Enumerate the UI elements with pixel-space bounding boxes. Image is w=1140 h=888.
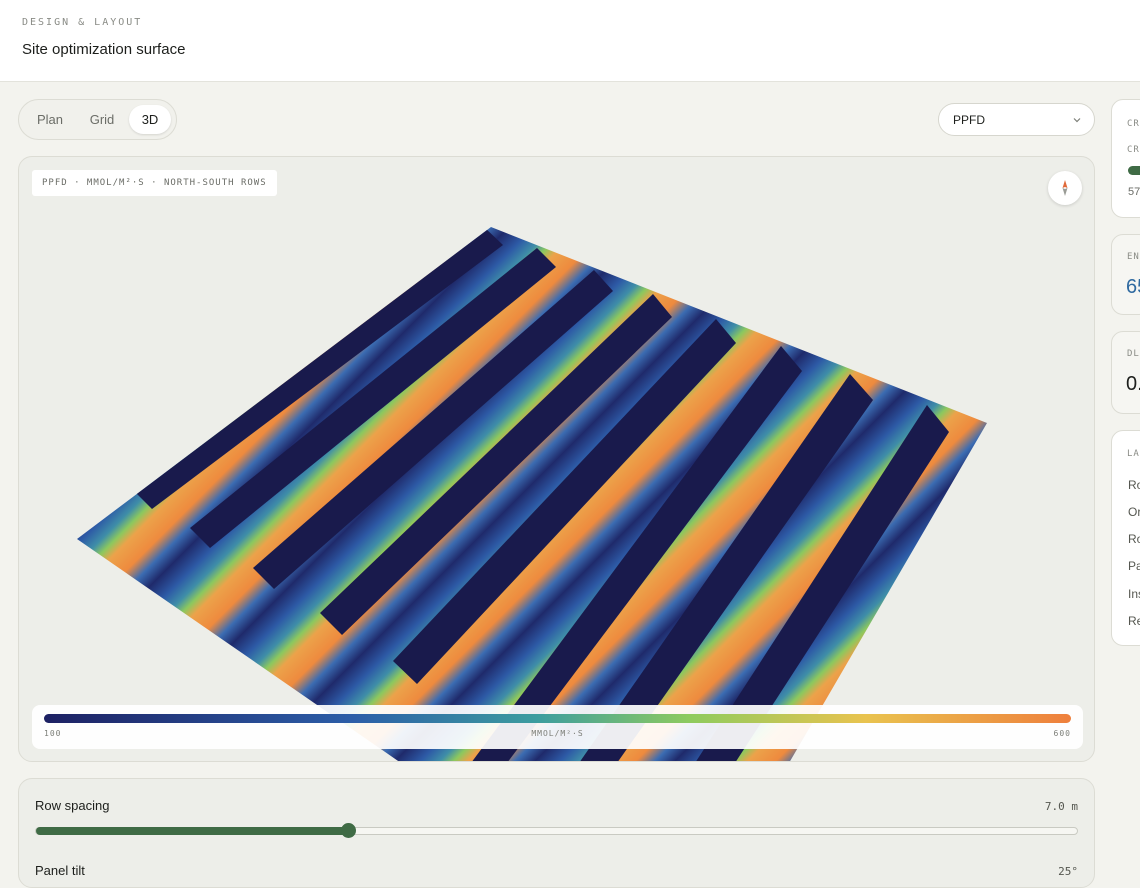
crop-card-sub-eyebrow: CR (1127, 145, 1140, 155)
compass-button[interactable] (1048, 171, 1082, 205)
panel-tilt-value: 25° (1058, 865, 1078, 878)
layout-card-eyebrow: LA (1127, 449, 1140, 459)
row-spacing-slider[interactable] (35, 823, 1078, 838)
layout-row: Ro (1128, 532, 1140, 546)
legend-unit: MMOL/M²·S (531, 729, 584, 738)
view-grid-button[interactable]: Grid (79, 105, 125, 134)
color-legend: MMOL/M²·S 100 600 (32, 705, 1083, 749)
crop-card: CR CR 57 (1111, 99, 1140, 218)
page-header: DESIGN & LAYOUT Site optimization surfac… (0, 0, 1140, 82)
controls-panel: Row spacing 7.0 m Panel tilt 25° (18, 778, 1095, 888)
row-spacing-label: Row spacing (35, 798, 110, 813)
crop-card-eyebrow: CR (1127, 119, 1140, 129)
compass-icon (1062, 180, 1068, 196)
layout-row: Re (1128, 614, 1140, 628)
crop-card-value: 57 (1128, 186, 1140, 198)
section-eyebrow: DESIGN & LAYOUT (22, 17, 143, 28)
ppfd-surface-scene (77, 227, 987, 761)
crop-progress-bar (1128, 166, 1140, 175)
energy-card-eyebrow: EN (1127, 252, 1140, 262)
energy-card: EN 65 (1111, 234, 1140, 315)
panel-tilt-label: Panel tilt (35, 863, 85, 878)
view-plan-button[interactable]: Plan (27, 105, 73, 134)
legend-color-bar (44, 714, 1071, 723)
view-toggle: Plan Grid 3D (18, 99, 177, 140)
dli-card: DL 0. (1111, 331, 1140, 414)
page-title: Site optimization surface (22, 41, 186, 58)
energy-card-value: 65 (1126, 276, 1140, 298)
view-3d-button[interactable]: 3D (129, 105, 171, 134)
layout-row: Ins (1128, 587, 1140, 601)
row-spacing-slider-thumb[interactable] (341, 823, 357, 838)
layout-row: Ro (1128, 478, 1140, 492)
legend-max: 600 (1053, 729, 1071, 738)
dli-card-eyebrow: DL (1127, 349, 1140, 359)
row-spacing-slider-fill (36, 827, 349, 835)
chevron-down-icon (1073, 118, 1081, 123)
layout-card: LA Ro Or Ro Pa Ins Re (1111, 430, 1140, 646)
row-spacing-value: 7.0 m (1044, 800, 1078, 813)
dli-card-value: 0. (1126, 373, 1140, 395)
surface-3d-viewport[interactable]: PPFD · MMOL/M²·S · NORTH-SOUTH ROWS MMOL… (18, 156, 1095, 762)
metric-select-value: PPFD (953, 113, 986, 127)
metric-select[interactable]: PPFD (938, 103, 1095, 136)
layout-row: Pa (1128, 559, 1140, 573)
layout-row: Or (1128, 505, 1140, 519)
legend-min: 100 (44, 729, 62, 738)
viewport-label: PPFD · MMOL/M²·S · NORTH-SOUTH ROWS (32, 170, 277, 196)
